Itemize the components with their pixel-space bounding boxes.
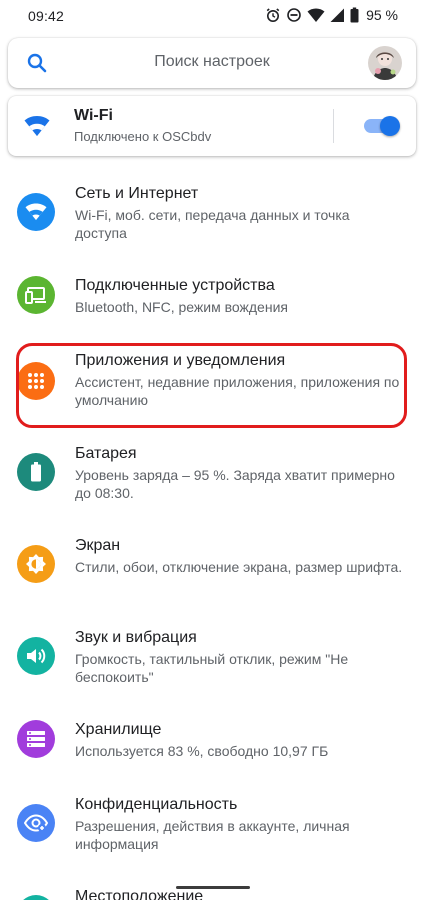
item-title: Звук и вибрация xyxy=(75,629,197,646)
battery-percent: 95 % xyxy=(366,7,398,23)
item-subtitle: Стили, обои, отключение экрана, размер ш… xyxy=(75,559,403,575)
battery-icon xyxy=(350,7,359,23)
dnd-icon xyxy=(286,7,302,23)
wifi-card[interactable]: Wi-Fi Подключено к OSCbdv xyxy=(8,96,416,156)
settings-item-connected-devices[interactable]: Подключенные устройства Bluetooth, NFC, … xyxy=(0,274,426,324)
status-icons: 95 % xyxy=(265,7,398,23)
avatar[interactable] xyxy=(368,46,402,80)
item-subtitle: Wi-Fi, моб. сети, передача данных и точк… xyxy=(75,207,350,241)
wifi-signal-icon xyxy=(307,7,325,23)
item-title: Экран xyxy=(75,537,121,554)
settings-item-display[interactable]: Экран Стили, обои, отключение экрана, ра… xyxy=(0,534,426,600)
wifi-icon xyxy=(24,115,50,142)
storage-icon xyxy=(17,720,55,758)
devices-icon xyxy=(17,276,55,314)
status-time: 09:42 xyxy=(28,8,65,24)
volume-icon xyxy=(17,637,55,675)
brightness-icon xyxy=(17,545,55,583)
navigation-handle[interactable] xyxy=(176,886,250,889)
wifi-subtitle: Подключено к OSCbdv xyxy=(74,129,212,144)
search-placeholder: Поиск настроек xyxy=(154,53,270,70)
item-title: Подключенные устройства xyxy=(75,277,275,294)
privacy-eye-icon xyxy=(17,804,55,842)
item-subtitle: Громкость, тактильный отклик, режим "Не … xyxy=(75,651,349,685)
item-subtitle: Используется 83 %, свободно 10,97 ГБ xyxy=(75,743,329,759)
wifi-icon xyxy=(17,193,55,231)
toggle-thumb xyxy=(380,116,400,136)
item-subtitle: Разрешения, действия в аккаунте, личная … xyxy=(75,818,350,852)
alarm-icon xyxy=(265,7,281,23)
divider xyxy=(333,109,334,143)
settings-item-sound[interactable]: Звук и вибрация Громкость, тактильный от… xyxy=(0,626,426,692)
wifi-toggle[interactable] xyxy=(364,116,400,136)
status-bar: 09:42 95 % xyxy=(0,0,426,32)
settings-item-apps-notifications[interactable]: Приложения и уведомления Ассистент, неда… xyxy=(0,349,426,415)
apps-grid-icon xyxy=(17,362,55,400)
wifi-title: Wi-Fi xyxy=(74,107,113,124)
item-subtitle: Ассистент, недавние приложения, приложен… xyxy=(75,374,400,408)
battery-icon xyxy=(17,453,55,491)
search-bar[interactable]: Поиск настроек xyxy=(8,38,416,88)
item-subtitle: Уровень заряда – 95 %. Заряда хватит при… xyxy=(75,467,395,501)
settings-item-privacy[interactable]: Конфиденциальность Разрешения, действия … xyxy=(0,793,426,859)
item-title: Батарея xyxy=(75,445,137,462)
item-title: Приложения и уведомления xyxy=(75,352,286,369)
cellular-signal-icon xyxy=(330,7,345,23)
settings-item-battery[interactable]: Батарея Уровень заряда – 95 %. Заряда хв… xyxy=(0,442,426,508)
item-title: Конфиденциальность xyxy=(75,796,238,813)
item-title: Местоположение xyxy=(75,888,204,900)
item-title: Сеть и Интернет xyxy=(75,185,199,202)
item-title: Хранилище xyxy=(75,721,162,738)
settings-item-network[interactable]: Сеть и Интернет Wi-Fi, моб. сети, переда… xyxy=(0,182,426,248)
location-icon xyxy=(17,895,55,900)
settings-item-storage[interactable]: Хранилище Используется 83 %, свободно 10… xyxy=(0,718,426,768)
item-subtitle: Bluetooth, NFC, режим вождения xyxy=(75,299,288,315)
